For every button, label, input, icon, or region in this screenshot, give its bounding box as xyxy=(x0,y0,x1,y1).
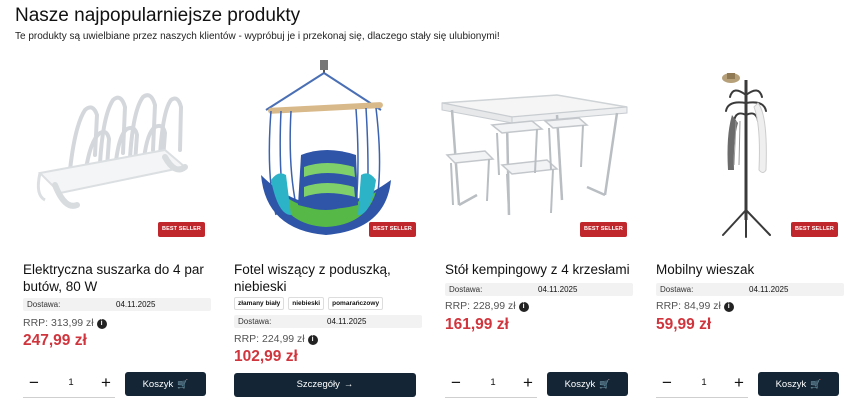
camping-table-image xyxy=(441,94,628,216)
sale-price: 247,99 zł xyxy=(23,332,87,349)
delivery-row: Dostawa: 04.11.2025 xyxy=(23,298,211,311)
section-subtitle: Te produkty są uwielbiane przez naszych … xyxy=(15,31,500,42)
color-tag[interactable]: niebieski xyxy=(288,297,325,310)
hanging-chair-image xyxy=(261,60,391,235)
rrp-text: RRP: 224,99 zł xyxy=(234,333,305,345)
info-icon[interactable]: i xyxy=(96,319,107,329)
product-card[interactable]: BEST SELLER Elektryczna suszarka do 4 pa… xyxy=(15,55,211,400)
quantity-underline xyxy=(445,397,537,398)
arrow-right-icon: → xyxy=(343,379,354,390)
plus-icon[interactable]: + xyxy=(519,372,537,394)
quantity-stepper[interactable]: − + xyxy=(656,372,748,398)
rrp-text: RRP: 313,99 zł xyxy=(23,317,94,329)
product-title[interactable]: Elektryczna suszarka do 4 par butów, 80 … xyxy=(23,261,213,295)
delivery-label: Dostawa: xyxy=(238,317,272,326)
quantity-input[interactable] xyxy=(686,372,722,394)
quantity-underline xyxy=(656,397,748,398)
product-card[interactable]: BEST SELLER Fotel wiszący z poduszką, ni… xyxy=(226,55,422,400)
shoe-dryer-image xyxy=(36,93,188,209)
quantity-stepper[interactable]: − + xyxy=(445,372,537,398)
product-title[interactable]: Mobilny wieszak xyxy=(656,261,846,278)
minus-icon[interactable]: − xyxy=(447,372,465,394)
delivery-label: Dostawa: xyxy=(660,285,694,294)
delivery-row: Dostawa: 04.11.2025 xyxy=(445,283,633,296)
basket-icon: 🛒 xyxy=(599,379,611,389)
delivery-date: 04.11.2025 xyxy=(116,300,156,309)
rrp-price: RRP: 313,99 zł i xyxy=(23,317,107,329)
details-label: Szczegóły xyxy=(296,379,340,390)
info-icon[interactable]: i xyxy=(723,302,734,312)
delivery-date: 04.11.2025 xyxy=(749,285,789,294)
minus-icon[interactable]: − xyxy=(658,372,676,394)
product-image[interactable] xyxy=(15,55,211,240)
delivery-row: Dostawa: 04.11.2025 xyxy=(656,283,844,296)
rrp-price: RRP: 224,99 zł i xyxy=(234,333,318,345)
quantity-input[interactable] xyxy=(53,372,89,394)
best-seller-badge: BEST SELLER xyxy=(369,222,416,237)
sale-price: 102,99 zł xyxy=(234,348,298,365)
rrp-text: RRP: 228,99 zł xyxy=(445,300,516,312)
quantity-stepper[interactable]: − + xyxy=(23,372,115,398)
rrp-price: RRP: 228,99 zł i xyxy=(445,300,529,312)
cart-label: Koszyk xyxy=(564,379,596,390)
color-tag[interactable]: złamany biały xyxy=(234,297,285,310)
plus-icon[interactable]: + xyxy=(97,372,115,394)
delivery-row: Dostawa: 04.11.2025 xyxy=(234,315,422,328)
product-card[interactable]: BEST SELLER Stół kempingowy z 4 krzesłam… xyxy=(437,55,633,400)
details-button[interactable]: Szczegóły → xyxy=(234,373,416,397)
delivery-label: Dostawa: xyxy=(449,285,483,294)
plus-icon[interactable]: + xyxy=(730,372,748,394)
section-title: Nasze najpopularniejsze produkty xyxy=(15,5,301,26)
info-icon[interactable]: i xyxy=(307,335,318,345)
quantity-underline xyxy=(23,397,115,398)
product-card[interactable]: BEST SELLER Mobilny wieszak Dostawa: 04.… xyxy=(648,55,844,400)
info-icon[interactable]: i xyxy=(518,302,529,312)
product-image[interactable] xyxy=(226,55,422,240)
delivery-date: 04.11.2025 xyxy=(538,285,578,294)
best-seller-badge: BEST SELLER xyxy=(158,222,205,237)
product-image[interactable] xyxy=(648,55,844,240)
basket-icon: 🛒 xyxy=(177,379,189,389)
coat-rack-image xyxy=(722,73,771,238)
quantity-input[interactable] xyxy=(475,372,511,394)
color-tag[interactable]: pomarańczowy xyxy=(328,297,384,310)
rrp-text: RRP: 84,99 zł xyxy=(656,300,721,312)
sale-price: 59,99 zł xyxy=(656,316,712,333)
delivery-date: 04.11.2025 xyxy=(327,317,367,326)
delivery-label: Dostawa: xyxy=(27,300,61,309)
product-title[interactable]: Fotel wiszący z poduszką, niebieski xyxy=(234,261,424,295)
minus-icon[interactable]: − xyxy=(25,372,43,394)
best-seller-badge: BEST SELLER xyxy=(580,222,627,237)
add-to-cart-button[interactable]: Koszyk 🛒 xyxy=(547,372,628,396)
product-image[interactable] xyxy=(437,55,633,240)
rrp-price: RRP: 84,99 zł i xyxy=(656,300,734,312)
product-title[interactable]: Stół kempingowy z 4 krzesłami xyxy=(445,261,635,278)
add-to-cart-button[interactable]: Koszyk 🛒 xyxy=(125,372,206,396)
best-seller-badge: BEST SELLER xyxy=(791,222,838,237)
cart-label: Koszyk xyxy=(142,379,174,390)
basket-icon: 🛒 xyxy=(810,379,822,389)
cart-label: Koszyk xyxy=(775,379,807,390)
color-variants: złamany biały niebieski pomarańczowy xyxy=(234,297,384,310)
sale-price: 161,99 zł xyxy=(445,316,509,333)
add-to-cart-button[interactable]: Koszyk 🛒 xyxy=(758,372,839,396)
